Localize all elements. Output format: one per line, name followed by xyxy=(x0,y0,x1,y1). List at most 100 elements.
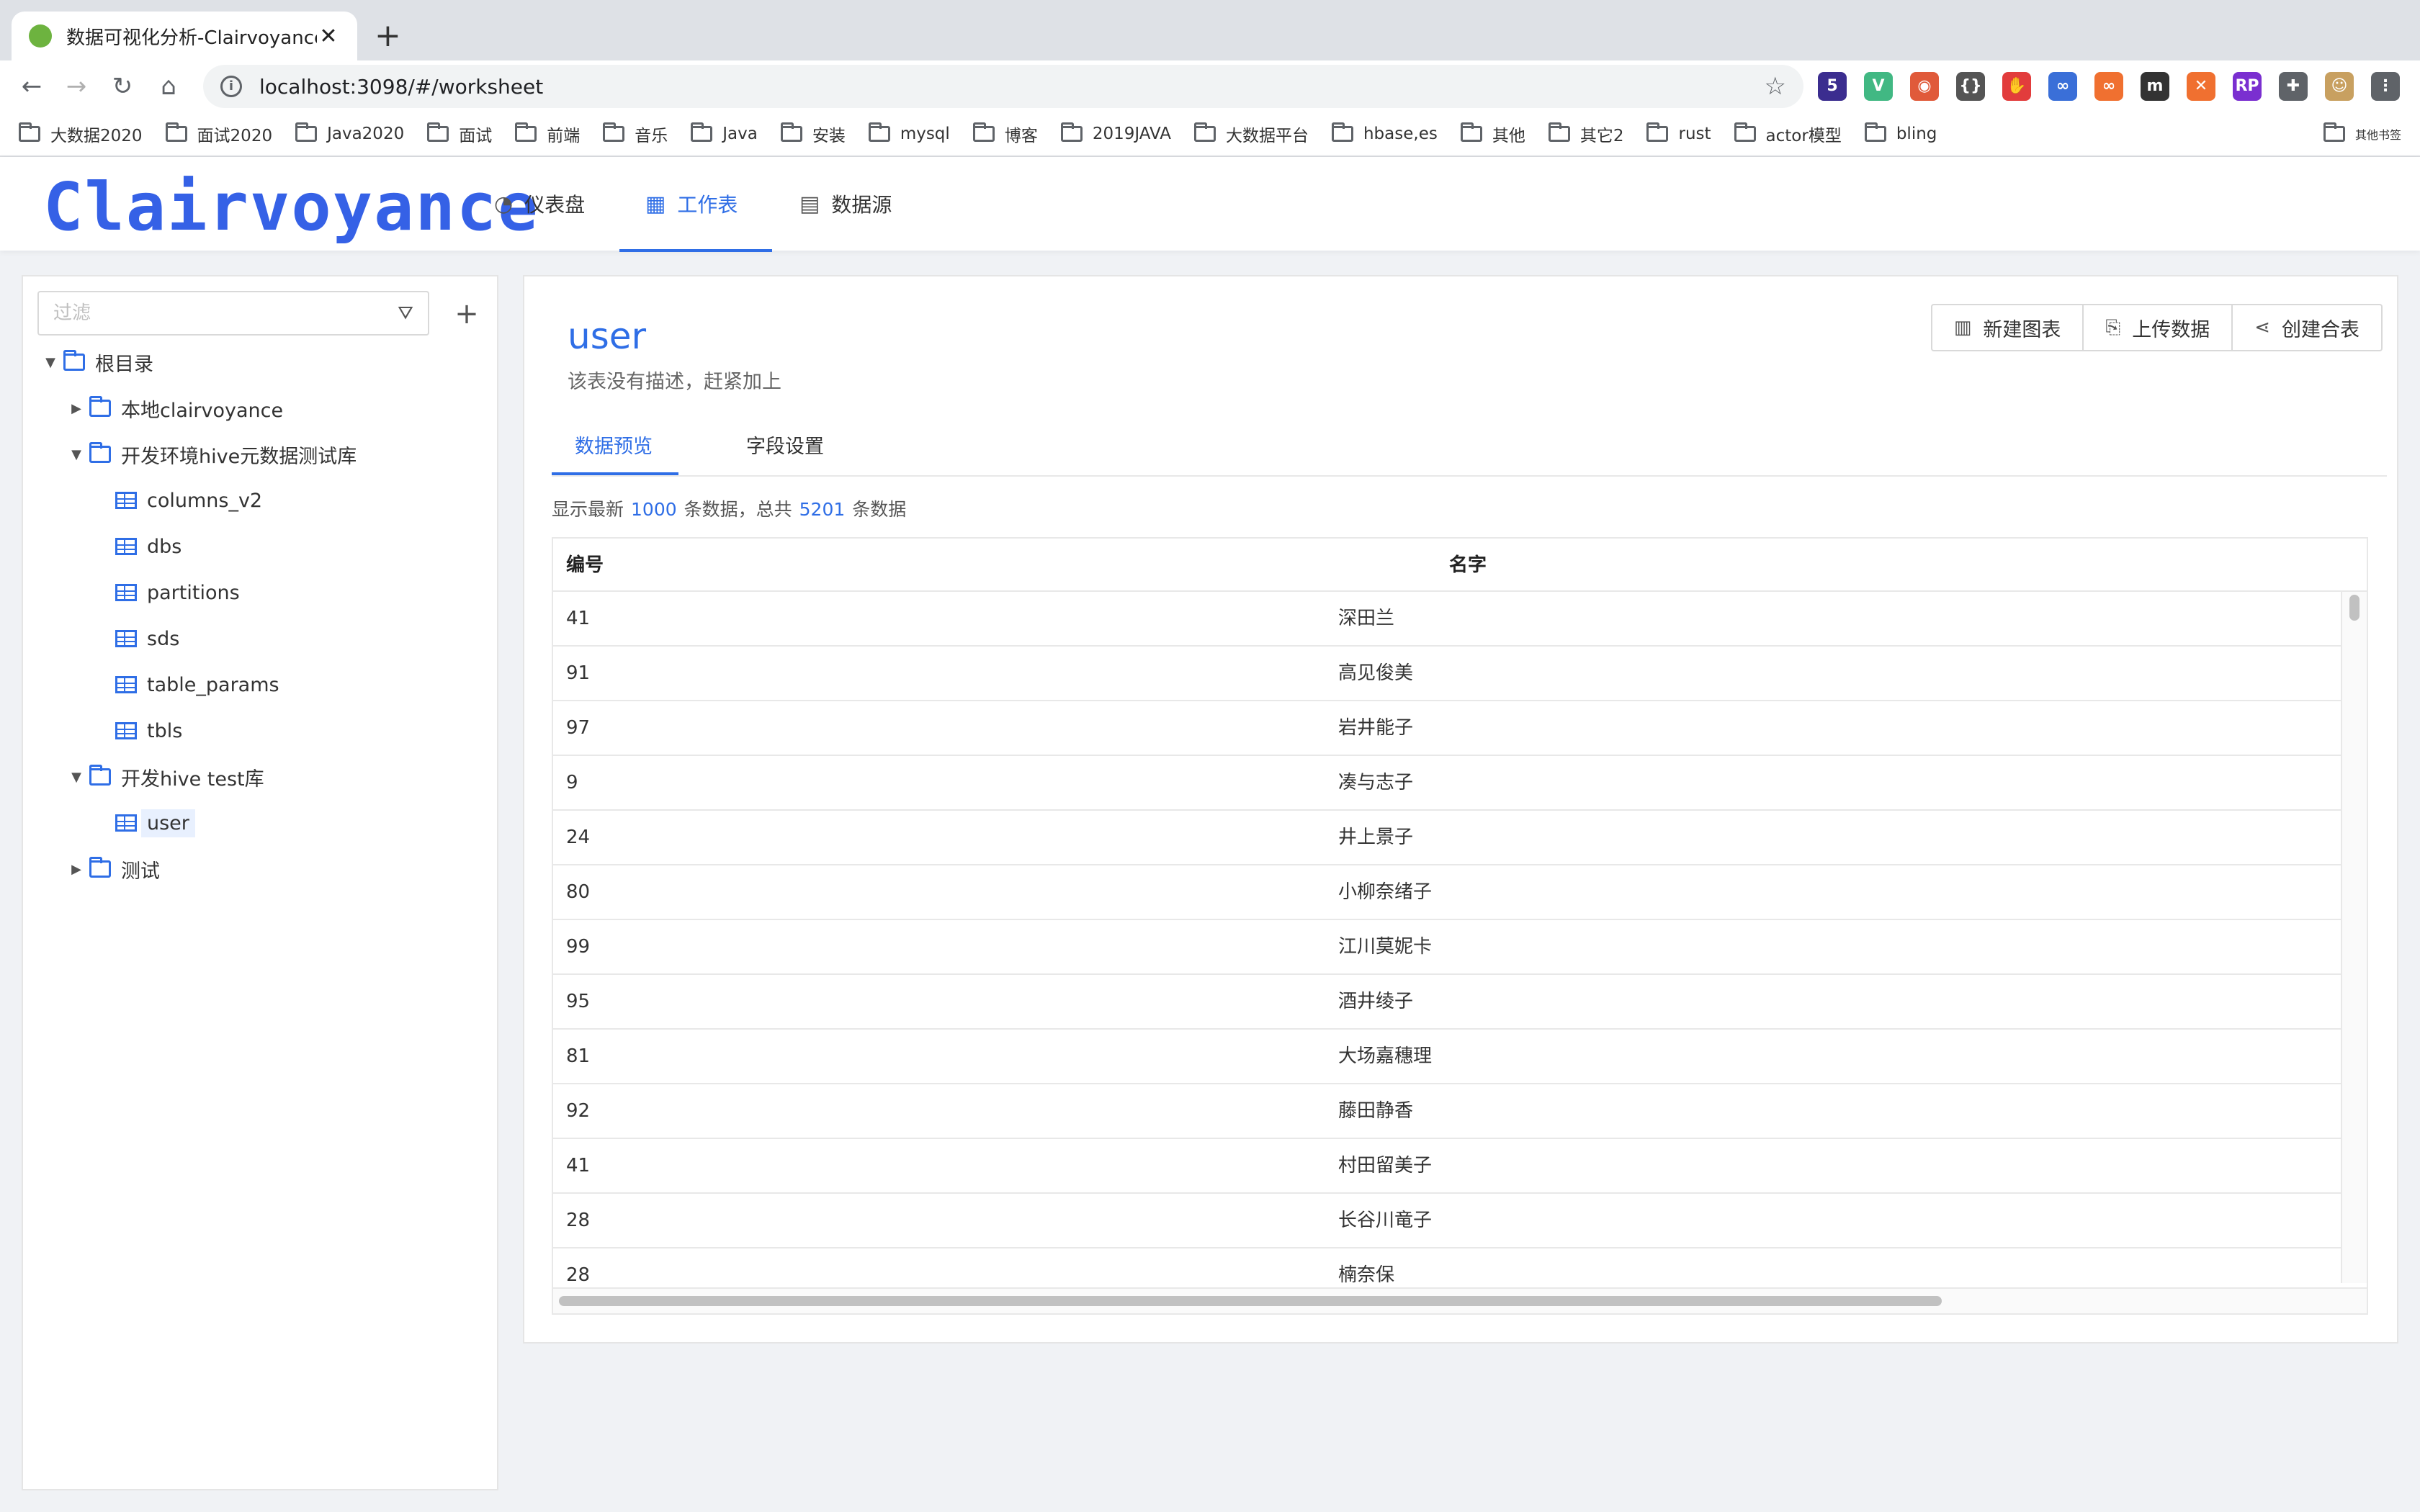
browser-tab[interactable]: 数据可视化分析-Clairvoyance ✕ xyxy=(12,12,357,60)
bookmark-item[interactable]: 2019JAVA xyxy=(1060,122,1171,143)
info-icon[interactable]: i xyxy=(220,76,242,97)
bookmark-item[interactable]: 其他 xyxy=(1460,122,1525,146)
table-row[interactable]: 28 楠奈保 xyxy=(553,1248,2342,1283)
table-row[interactable]: 28 长谷川竜子 xyxy=(553,1194,2342,1248)
caret-down-icon[interactable]: ▼ xyxy=(37,355,63,370)
tree-folder[interactable]: ▶ 测试 xyxy=(63,851,160,887)
filter-icon[interactable]: ⛛ xyxy=(398,302,413,325)
horizontal-scroll-thumb[interactable] xyxy=(559,1296,1942,1306)
new-chart-button[interactable]: ▥ 新建图表 xyxy=(1932,305,2084,350)
tree-node-label: 测试 xyxy=(121,860,160,883)
address-bar[interactable]: i localhost:3098/#/worksheet ☆ xyxy=(203,65,1803,108)
bookmark-item[interactable]: 面试2020 xyxy=(165,122,272,146)
column-header-id[interactable]: 编号 xyxy=(566,539,604,592)
tree-table[interactable]: tbls xyxy=(89,713,182,749)
pin-icon[interactable]: ◉ xyxy=(1910,72,1939,101)
bookmark-item[interactable]: 安装 xyxy=(780,122,846,146)
vertical-scrollbar[interactable] xyxy=(2341,592,2367,1283)
table-icon xyxy=(115,584,137,601)
rp-icon[interactable]: RP xyxy=(2233,72,2262,101)
puzzle-icon[interactable]: ✚ xyxy=(2279,72,2308,101)
infinity-icon[interactable]: ∞ xyxy=(2094,72,2123,101)
tree-table[interactable]: table_params xyxy=(89,667,279,703)
close-icon[interactable]: ✕ xyxy=(317,24,340,49)
m-icon[interactable]: m xyxy=(2141,72,2169,101)
x-ext-icon[interactable]: ✕ xyxy=(2187,72,2215,101)
link-icon[interactable]: ∞ xyxy=(2048,72,2077,101)
worksheet-tabs: 数据预览 字段设置 xyxy=(552,412,2387,477)
bookmark-star-icon[interactable]: ☆ xyxy=(1765,72,1786,101)
bookmark-item[interactable]: rust xyxy=(1646,122,1711,143)
caret-right-icon[interactable]: ▶ xyxy=(63,401,89,416)
bookmark-item[interactable]: 面试 xyxy=(427,122,492,146)
address-url[interactable]: localhost:3098/#/worksheet xyxy=(259,75,1765,99)
bookmark-item[interactable]: actor模型 xyxy=(1734,122,1842,146)
vertical-scroll-thumb[interactable] xyxy=(2349,595,2360,621)
json-icon[interactable]: {} xyxy=(1956,72,1985,101)
reload-icon[interactable]: ↻ xyxy=(107,71,138,102)
table-row[interactable]: 97 岩井能子 xyxy=(553,701,2342,756)
new-tab-button[interactable]: + xyxy=(375,17,401,55)
profile-avatar-icon[interactable]: ☺ xyxy=(2325,72,2354,101)
filter-input[interactable] xyxy=(53,302,398,324)
create-join-button[interactable]: ⋖ 创建合表 xyxy=(2233,305,2381,350)
table-row[interactable]: 95 酒井绫子 xyxy=(553,975,2342,1030)
tree-folder[interactable]: ▼ 开发hive test库 xyxy=(63,759,264,795)
nav-dashboard[interactable]: ◔ 仪表盘 xyxy=(494,157,585,251)
nav-datasource[interactable]: ▤ 数据源 xyxy=(799,157,892,251)
forward-arrow-icon[interactable]: → xyxy=(60,71,92,102)
table-row[interactable]: 80 小柳奈绪子 xyxy=(553,865,2342,920)
bookmark-item[interactable]: 大数据2020 xyxy=(19,122,143,146)
table-row[interactable]: 41 村田留美子 xyxy=(553,1139,2342,1194)
table-row[interactable]: 91 高见俊美 xyxy=(553,647,2342,701)
tree-folder[interactable]: ▼ 根目录 xyxy=(37,344,153,380)
bookmark-item[interactable]: 其它2 xyxy=(1548,122,1623,146)
tree-node-label: 开发环境hive元数据测试库 xyxy=(121,445,357,468)
bookmark-item[interactable]: 音乐 xyxy=(603,122,668,146)
tree-folder[interactable]: ▼ 开发环境hive元数据测试库 xyxy=(63,436,357,472)
other-bookmarks[interactable]: 其他书签 xyxy=(2323,112,2401,156)
worksheet-description[interactable]: 该表没有描述，赶紧加上 xyxy=(568,366,781,394)
extension-badge-icon[interactable]: 5 xyxy=(1818,72,1847,101)
table-row[interactable]: 24 井上景子 xyxy=(553,811,2342,865)
table-row[interactable]: 41 深田兰 xyxy=(553,592,2342,647)
app-logo[interactable]: Clairvoyance xyxy=(43,174,539,240)
caret-right-icon[interactable]: ▶ xyxy=(63,862,89,877)
bookmark-label: actor模型 xyxy=(1765,127,1842,145)
table-row[interactable]: 92 藤田静香 xyxy=(553,1084,2342,1139)
home-icon[interactable]: ⌂ xyxy=(153,71,184,102)
table-row[interactable]: 9 凑与志子 xyxy=(553,756,2342,811)
tree-table[interactable]: columns_v2 xyxy=(89,482,262,518)
filter-field[interactable]: ⛛ xyxy=(37,291,429,336)
column-header-name[interactable]: 名字 xyxy=(1449,539,1487,592)
folder-icon xyxy=(63,350,85,371)
table-row[interactable]: 81 大场嘉穗理 xyxy=(553,1030,2342,1084)
tree-folder[interactable]: ▶ 本地clairvoyance xyxy=(63,390,283,426)
bookmark-item[interactable]: Java2020 xyxy=(295,122,404,143)
folder-icon xyxy=(89,396,111,417)
bookmark-item[interactable]: mysql xyxy=(868,122,950,143)
caret-down-icon[interactable]: ▼ xyxy=(63,770,89,785)
horizontal-scrollbar[interactable] xyxy=(553,1287,2367,1313)
tree-table[interactable]: sds xyxy=(89,621,179,657)
caret-down-icon[interactable]: ▼ xyxy=(63,447,89,462)
back-arrow-icon[interactable]: ← xyxy=(16,71,48,102)
bookmark-item[interactable]: 大数据平台 xyxy=(1193,122,1309,146)
bookmark-item[interactable]: bling xyxy=(1864,122,1937,143)
upload-data-button[interactable]: ⎘ 上传数据 xyxy=(2084,305,2233,350)
tab-data-preview[interactable]: 数据预览 xyxy=(575,412,653,477)
adblock-icon[interactable]: ✋ xyxy=(2002,72,2031,101)
vue-devtools-icon[interactable]: V xyxy=(1864,72,1893,101)
tree-table[interactable]: user xyxy=(89,805,195,841)
add-button[interactable]: + xyxy=(447,294,487,334)
tree-table[interactable]: partitions xyxy=(89,575,240,611)
more-menu-icon[interactable]: ⋮ xyxy=(2371,72,2400,101)
bookmark-item[interactable]: Java xyxy=(691,122,758,143)
bookmark-item[interactable]: hbase,es xyxy=(1331,122,1438,143)
nav-worksheet[interactable]: ▦ 工作表 xyxy=(645,157,738,251)
table-row[interactable]: 99 江川莫妮卡 xyxy=(553,920,2342,975)
bookmark-item[interactable]: 前端 xyxy=(515,122,580,146)
bookmark-item[interactable]: 博客 xyxy=(972,122,1038,146)
tree-table[interactable]: dbs xyxy=(89,528,182,564)
tab-field-settings[interactable]: 字段设置 xyxy=(746,412,824,477)
